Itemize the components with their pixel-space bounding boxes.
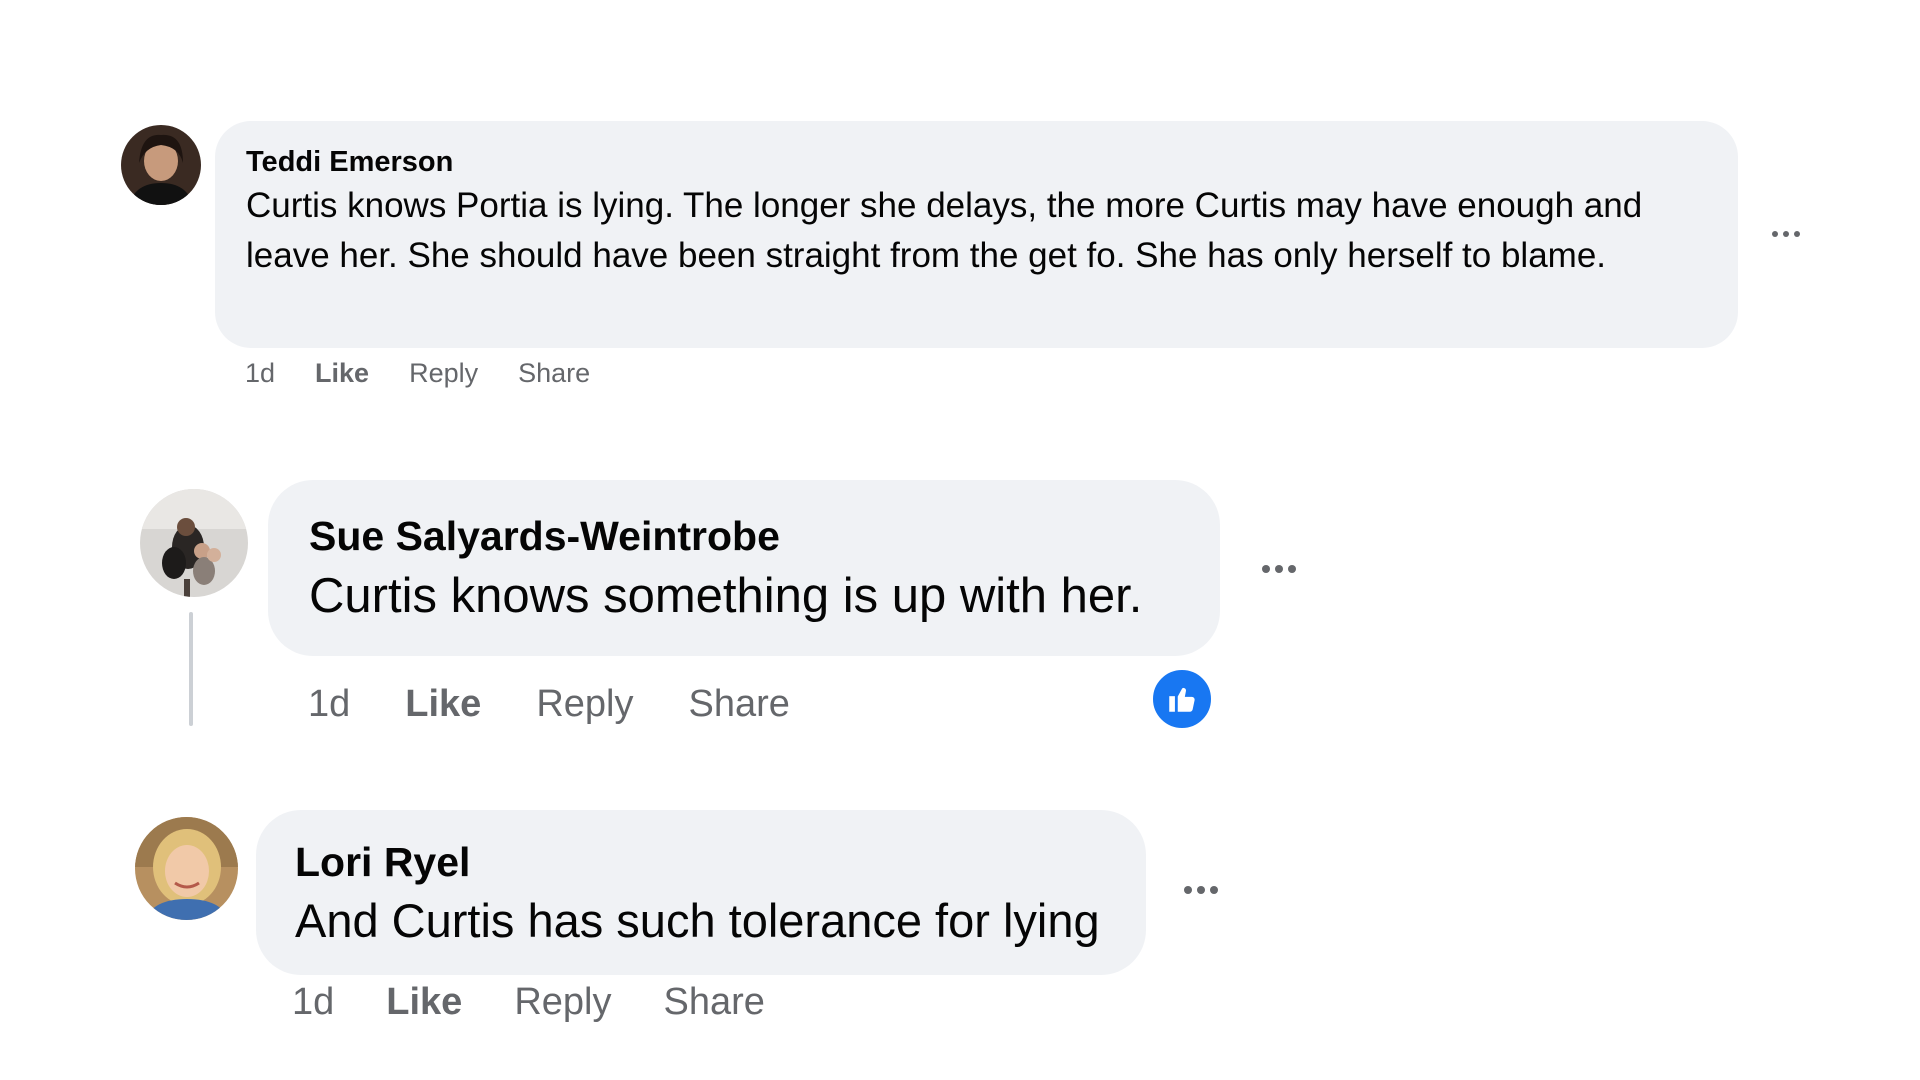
comment-actions: 1d Like Reply Share [245,358,590,388]
commenter-avatar[interactable] [140,489,248,597]
share-button[interactable]: Share [518,358,590,388]
avatar-photo-icon [121,125,201,205]
more-options-icon[interactable] [1184,886,1218,894]
share-button[interactable]: Share [663,981,764,1024]
commenter-avatar[interactable] [121,125,201,205]
comment-bubble: Teddi Emerson Curtis knows Portia is lyi… [215,121,1738,348]
like-button[interactable]: Like [405,683,481,726]
comment-bubble: Lori Ryel And Curtis has such tolerance … [256,810,1146,975]
reply-button[interactable]: Reply [536,683,633,726]
comment-author[interactable]: Lori Ryel [295,834,1106,890]
more-options-icon[interactable] [1262,565,1296,573]
comment-bubble: Sue Salyards-Weintrobe Curtis knows some… [268,480,1220,656]
like-button[interactable]: Like [315,358,369,388]
comment-timestamp[interactable]: 1d [292,981,334,1024]
reply-button[interactable]: Reply [514,981,611,1024]
comment-author[interactable]: Sue Salyards-Weintrobe [309,508,1180,564]
thumbs-up-icon[interactable] [1150,667,1214,731]
like-button[interactable]: Like [386,981,462,1024]
share-button[interactable]: Share [688,683,789,726]
commenter-avatar[interactable] [135,817,238,920]
comment-text: And Curtis has such tolerance for lying [295,894,1100,947]
comment-actions: 1d Like Reply Share [308,683,790,726]
avatar-photo-icon [135,817,238,920]
comment-author[interactable]: Teddi Emerson [246,143,1708,181]
more-options-icon[interactable] [1772,231,1800,237]
reply-button[interactable]: Reply [409,358,478,388]
comment-timestamp[interactable]: 1d [308,683,350,726]
comment-text: Curtis knows something is up with her. [309,569,1143,623]
comment-timestamp[interactable]: 1d [245,358,275,388]
comment-text: Curtis knows Portia is lying. The longer… [246,186,1643,275]
comment-actions: 1d Like Reply Share [292,981,765,1024]
reply-thread-line [189,612,193,726]
avatar-photo-icon [140,489,248,597]
